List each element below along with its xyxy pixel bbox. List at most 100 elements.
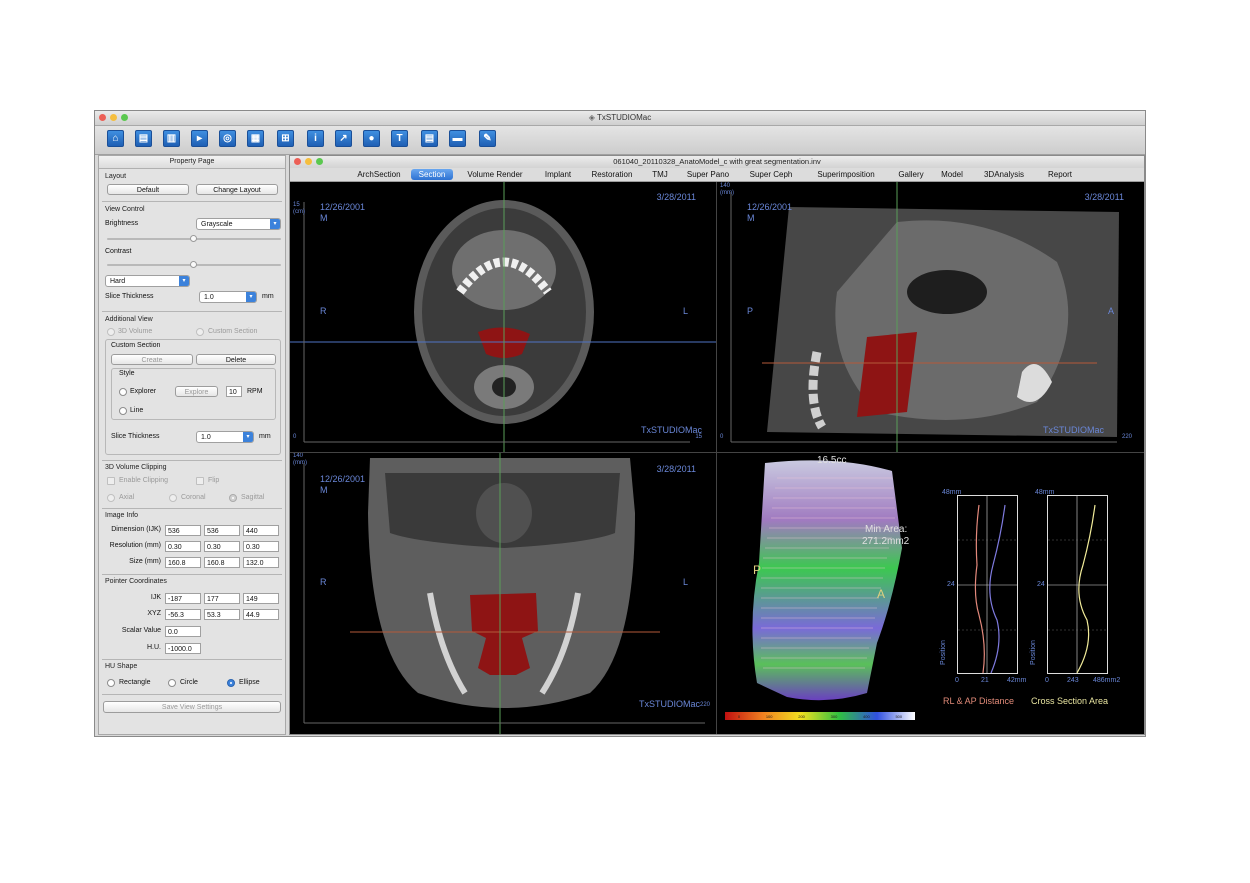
report-icon[interactable]: ▥: [163, 130, 180, 147]
ellipse-radio[interactable]: [227, 679, 235, 687]
custom-section-title: Custom Section: [111, 342, 161, 349]
search-icon[interactable]: ◎: [219, 130, 236, 147]
home-icon[interactable]: ⌂: [107, 130, 124, 147]
area-y-top: 48mm: [1035, 489, 1055, 496]
circle-radio[interactable]: [168, 679, 176, 687]
3d-volume-label: 3D Volume: [118, 328, 153, 335]
colorbar-label: 500: [895, 713, 903, 719]
colorbar-label: 300: [830, 713, 838, 719]
distance-x-mid: 21: [981, 677, 989, 684]
tab-section[interactable]: Section: [411, 169, 453, 180]
property-panel: Property Page Layout Default Change Layo…: [98, 155, 286, 735]
dimension-j: 536: [204, 525, 240, 536]
doc-minimize-button[interactable]: [305, 158, 312, 165]
tab-model[interactable]: Model: [934, 169, 970, 180]
sagittal-scale-unit: (mm): [720, 190, 734, 196]
film-icon[interactable]: ▬: [449, 130, 466, 147]
minimize-button[interactable]: [110, 114, 117, 121]
custom-section-radio[interactable]: [196, 328, 204, 336]
pointer-title: Pointer Coordinates: [105, 578, 167, 585]
scalar-value: 0.0: [165, 626, 201, 637]
axial-scale-right: 15: [695, 434, 702, 440]
axial-right-orientation: L: [682, 306, 688, 316]
chevron-down-icon: ▾: [246, 292, 256, 302]
display-icon[interactable]: ▤: [135, 130, 152, 147]
zoom-button[interactable]: [121, 114, 128, 121]
separator: [102, 659, 282, 660]
record-icon[interactable]: ●: [363, 130, 380, 147]
flip-label: Flip: [208, 477, 220, 484]
line-radio[interactable]: [119, 407, 127, 415]
delete-button[interactable]: Delete: [196, 354, 276, 365]
contrast-mode-select[interactable]: Hard ▾: [105, 275, 190, 287]
tab-report[interactable]: Report: [1038, 169, 1082, 180]
chevron-down-icon: ▾: [270, 219, 280, 229]
export-icon[interactable]: ▸: [191, 130, 208, 147]
enable-clipping-checkbox[interactable]: [107, 477, 115, 485]
tab-gallery[interactable]: Gallery: [891, 169, 931, 180]
sagittal-view[interactable]: 12/26/2001 M 3/28/2011 P A TxSTUDIOMac 1…: [717, 182, 1144, 453]
rpm-input[interactable]: 10: [226, 386, 242, 397]
info-icon[interactable]: i: [307, 130, 324, 147]
tab-3danalysis[interactable]: 3DAnalysis: [973, 169, 1035, 180]
save-view-settings-button[interactable]: Save View Settings: [103, 701, 281, 713]
colorbar-label: 100: [765, 713, 773, 719]
colorbar-label: 200: [798, 713, 805, 719]
coronal-scale-unit: (mm): [293, 460, 307, 466]
sagittal-radio[interactable]: [229, 494, 237, 502]
tab-volume-render[interactable]: Volume Render: [456, 169, 534, 180]
edit-icon[interactable]: ✎: [479, 130, 496, 147]
airway-3d-render: [752, 460, 902, 701]
tab-super-pano[interactable]: Super Pano: [678, 169, 738, 180]
tab-super-ceph[interactable]: Super Ceph: [741, 169, 801, 180]
explorer-radio[interactable]: [119, 388, 127, 396]
contrast-mode-value: Hard: [110, 278, 126, 285]
tab-tmj[interactable]: TMJ: [645, 169, 675, 180]
doc-zoom-button[interactable]: [316, 158, 323, 165]
scan-icon[interactable]: ⊞: [277, 130, 294, 147]
3d-volume-radio[interactable]: [107, 328, 115, 336]
sagittal-brand: TxSTUDIOMac: [1042, 425, 1104, 435]
axial-date-left: 12/26/2001: [320, 202, 366, 212]
create-button[interactable]: Create: [111, 354, 193, 365]
document-title: 061040_20110328_AnatoModel_c with great …: [613, 157, 821, 166]
doc-close-button[interactable]: [294, 158, 301, 165]
distance-x-max: 42mm: [1007, 677, 1027, 684]
airway-analysis-view[interactable]: 16.5cc Min Area: 271.2mm2 P A 0 100 200 …: [717, 453, 1144, 734]
axial-view[interactable]: 12/26/2001 M 3/28/2011 R L TxSTUDIOMac 1…: [290, 182, 717, 453]
document-window-controls: [294, 158, 323, 165]
slice-thickness-unit: mm: [262, 293, 274, 300]
brightness-slider-handle[interactable]: [190, 235, 197, 242]
tab-restoration[interactable]: Restoration: [582, 169, 642, 180]
brightness-mode-select[interactable]: Grayscale ▾: [196, 218, 281, 230]
rpm-label: RPM: [247, 388, 263, 395]
text-icon[interactable]: T: [391, 130, 408, 147]
coronal-radio[interactable]: [169, 494, 177, 502]
resolution-j: 0.30: [204, 541, 240, 552]
rectangle-radio[interactable]: [107, 679, 115, 687]
axial-radio[interactable]: [107, 494, 115, 502]
coronal-label: Coronal: [181, 494, 206, 501]
explore-button[interactable]: Explore: [175, 386, 218, 397]
contrast-slider-handle[interactable]: [190, 261, 197, 268]
default-layout-button[interactable]: Default: [107, 184, 189, 195]
custom-slice-thickness-select[interactable]: 1.0 ▾: [196, 431, 254, 443]
coronal-view[interactable]: 12/26/2001 M 3/28/2011 R L TxSTUDIOMac 1…: [290, 453, 717, 734]
close-button[interactable]: [99, 114, 106, 121]
airway-volume: 16.5cc: [817, 455, 847, 466]
tab-implant[interactable]: Implant: [537, 169, 579, 180]
ijk-k: 149: [243, 593, 279, 604]
custom-section-label: Custom Section: [208, 328, 258, 335]
slice-thickness-select[interactable]: 1.0 ▾: [199, 291, 257, 303]
sagittal-scale-right: 220: [1121, 434, 1132, 440]
table-icon[interactable]: ▤: [421, 130, 438, 147]
tab-archsection[interactable]: ArchSection: [350, 169, 408, 180]
change-layout-button[interactable]: Change Layout: [196, 184, 278, 195]
min-area-value: 271.2mm2: [862, 536, 910, 547]
separator: [102, 201, 282, 202]
layout-icon[interactable]: ▦: [247, 130, 264, 147]
tab-superimposition[interactable]: Superimposition: [804, 169, 888, 180]
flip-checkbox[interactable]: [196, 477, 204, 485]
layout-section-title: Layout: [105, 173, 127, 180]
arrow-icon[interactable]: ↗: [335, 130, 352, 147]
